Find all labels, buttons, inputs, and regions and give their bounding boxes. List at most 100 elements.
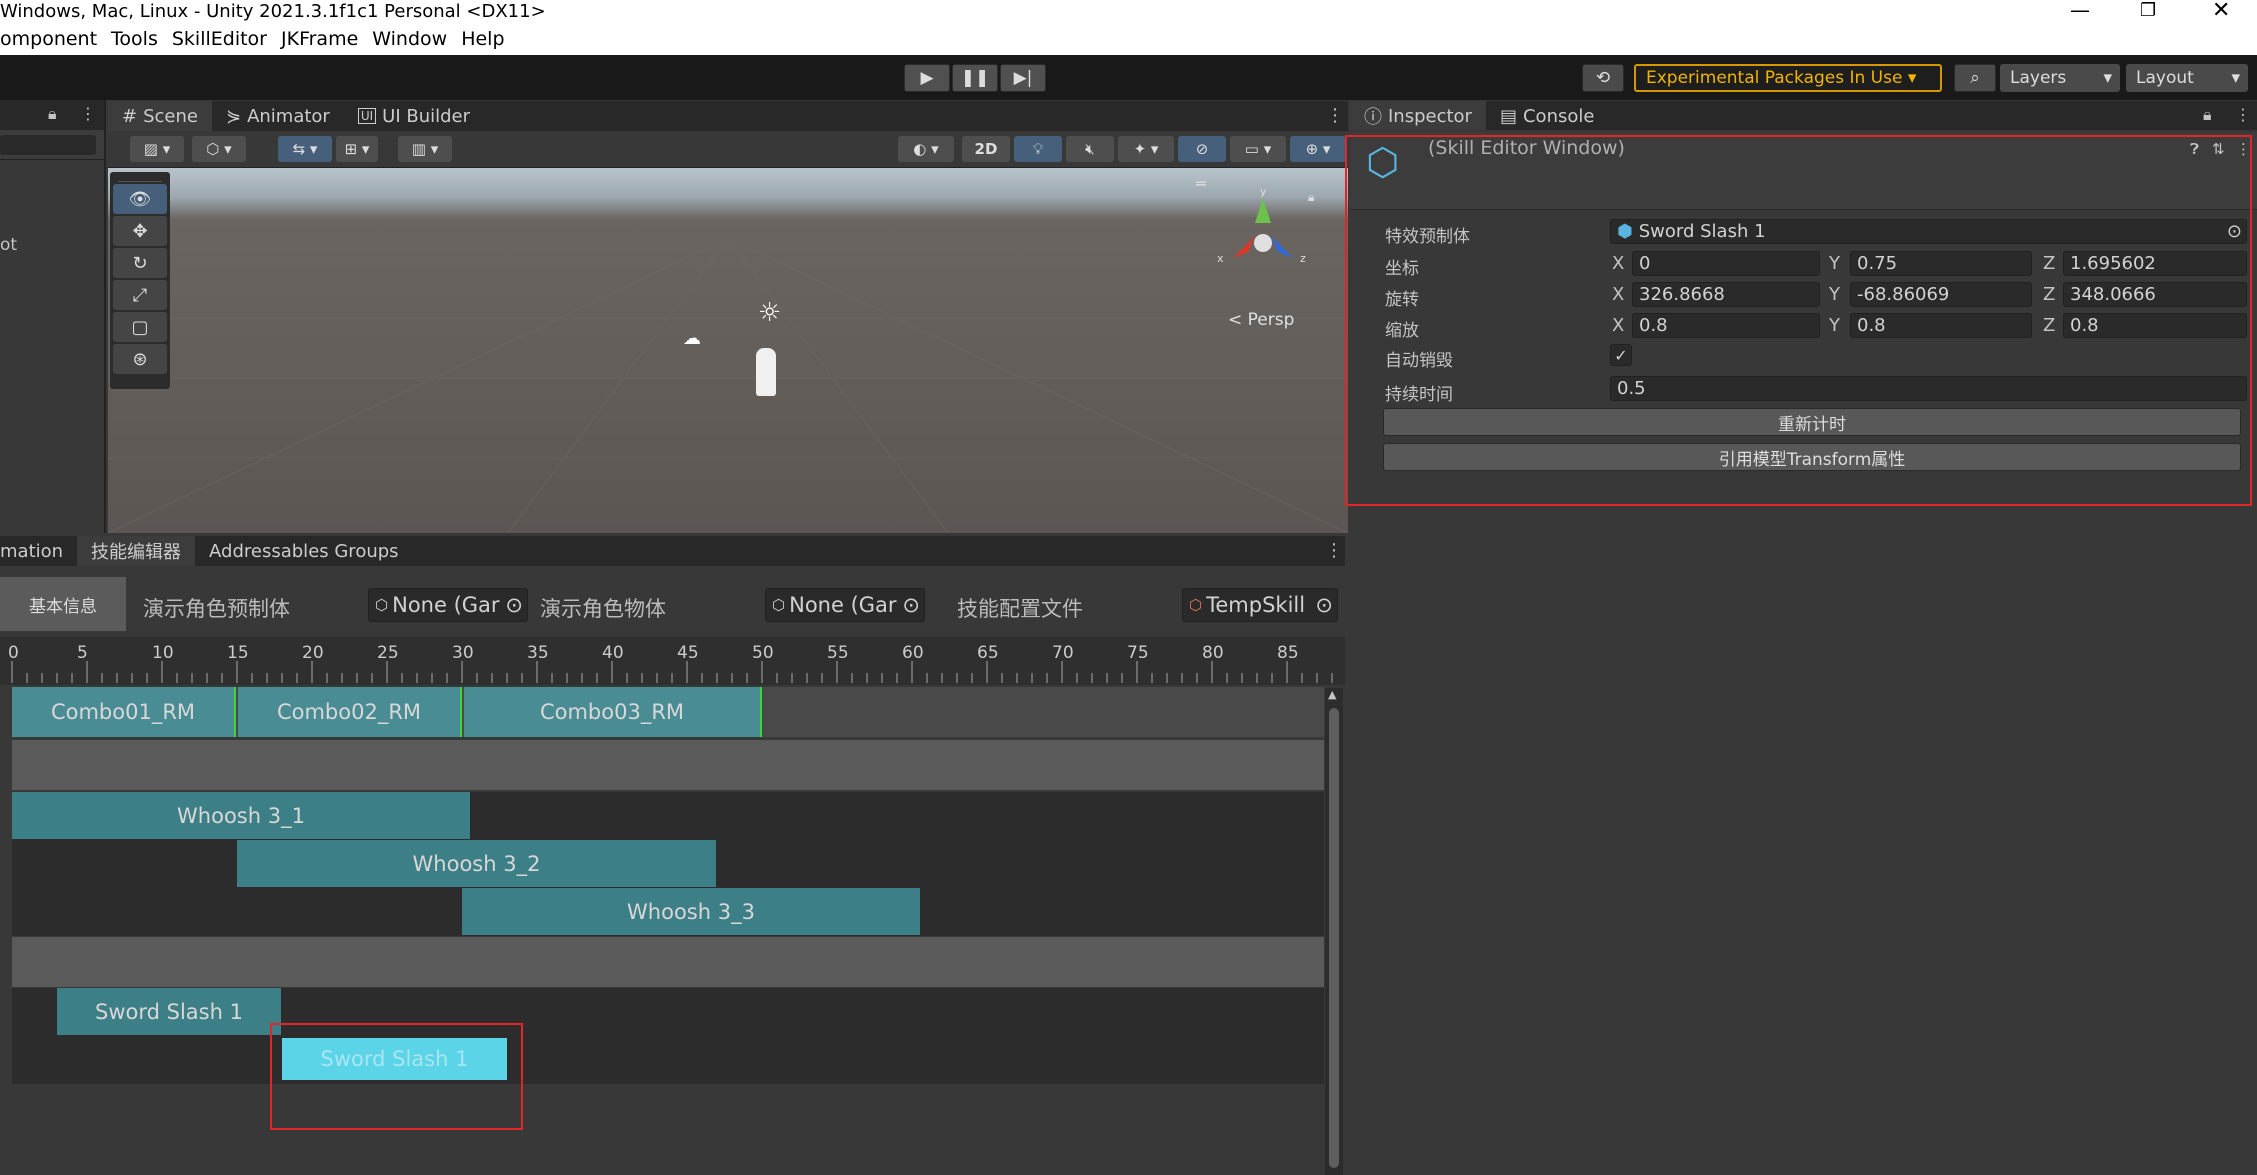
- tab-console[interactable]: ▤ Console: [1486, 101, 1608, 131]
- target-icon[interactable]: ⊙: [1315, 593, 1333, 617]
- close-icon[interactable]: ✕: [2212, 0, 2230, 23]
- clip-combo01[interactable]: Combo01_RM: [12, 687, 236, 737]
- more-icon[interactable]: ⋮: [1326, 105, 1344, 126]
- tab-console-label: Console: [1522, 105, 1595, 127]
- ruler-tick-label: 50: [752, 643, 774, 663]
- experimental-label: Experimental Packages In Use ▾: [1646, 68, 1917, 88]
- menu-window[interactable]: Window: [372, 28, 447, 50]
- track-effect-2: Sword Slash 1: [12, 1036, 1324, 1084]
- track-separator: [12, 937, 1324, 987]
- hierarchy-search-input[interactable]: [0, 135, 96, 155]
- menu-help[interactable]: Help: [461, 28, 504, 50]
- hierarchy-item[interactable]: ot: [0, 235, 17, 255]
- sun-icon[interactable]: ☼: [758, 298, 781, 328]
- scene-toolbar: ▨ ▾ ⬡ ▾ ⇆ ▾ ⊞ ▾ ▥ ▾ ◐ ▾ 2D 💡︎ 🔇︎ ✦ ▾ ⊘ ▭…: [108, 131, 1348, 168]
- config-file-field[interactable]: ⬡ TempSkill ⊙: [1182, 588, 1338, 622]
- layout-dropdown[interactable]: Layout ▾: [2126, 64, 2248, 92]
- tab-ui-builder[interactable]: UI UI Builder: [344, 101, 484, 131]
- move-tool-icon[interactable]: ✥: [113, 216, 167, 246]
- tab-animation[interactable]: mation: [0, 536, 77, 566]
- chevron-down-icon: ▾: [2231, 68, 2240, 88]
- toggle-2d-button[interactable]: 2D: [962, 136, 1010, 162]
- rect-tool-icon[interactable]: ▢: [113, 312, 167, 342]
- layout-label: Layout: [2136, 68, 2194, 88]
- history-icon[interactable]: ⟲: [1582, 64, 1624, 92]
- menu-lines-icon[interactable]: ═: [1196, 174, 1206, 193]
- demo-prefab-field[interactable]: ⬡ None (Gar ⊙: [368, 588, 528, 622]
- track-audio-2: Whoosh 3_2: [12, 840, 1324, 888]
- ruler-tick-label: 70: [1052, 643, 1074, 663]
- menu-jkframe[interactable]: JKFrame: [281, 28, 358, 50]
- clip-combo03[interactable]: Combo03_RM: [464, 687, 762, 737]
- timeline-ruler[interactable]: 0 5 10 15 20 25 30 35 40 45 50 55 60 65 70 75 80 85: [0, 637, 1345, 685]
- step-button[interactable]: ▶|: [1000, 64, 1046, 92]
- ruler-tick-label: 65: [977, 643, 999, 663]
- experimental-packages-button[interactable]: Experimental Packages In Use ▾: [1634, 64, 1942, 92]
- menu-component[interactable]: omponent: [0, 28, 97, 50]
- ruler-tick-label: 35: [527, 643, 549, 663]
- more-icon[interactable]: ⋮: [2235, 105, 2251, 124]
- tab-inspector[interactable]: ⓘ Inspector: [1350, 101, 1486, 131]
- tab-addressables[interactable]: Addressables Groups: [195, 536, 413, 566]
- target-icon[interactable]: ⊙: [902, 593, 920, 617]
- ruler-tick-label: 60: [902, 643, 924, 663]
- menu-skilleditor[interactable]: SkillEditor: [172, 28, 267, 50]
- info-icon: ⓘ: [1364, 107, 1382, 128]
- demo-object-value: None (Gar: [789, 593, 897, 617]
- lighting-icon[interactable]: 💡︎: [1014, 136, 1062, 162]
- visibility-icon[interactable]: ⊘: [1178, 136, 1226, 162]
- snap-icon[interactable]: ⊞ ▾: [336, 136, 378, 162]
- target-icon[interactable]: ⊙: [505, 593, 523, 617]
- ruler-tick-label: 40: [602, 643, 624, 663]
- clip-whoosh-2[interactable]: Whoosh 3_2: [237, 840, 716, 887]
- gizmo-cube-icon[interactable]: ⬡ ▾: [192, 136, 246, 162]
- basic-info-button[interactable]: 基本信息: [0, 577, 126, 631]
- rotate-tool-icon[interactable]: ↻: [113, 248, 167, 278]
- pause-button[interactable]: ❚❚: [952, 64, 998, 92]
- orientation-gizmo[interactable]: y x z: [1213, 185, 1313, 288]
- draw-mode-icon[interactable]: ▨ ▾: [130, 136, 184, 162]
- lock-icon[interactable]: 🔒︎: [2203, 105, 2212, 125]
- audio-icon[interactable]: 🔇︎: [1066, 136, 1114, 162]
- demo-object-label: 演示角色物体: [540, 597, 666, 621]
- timeline-scrollbar[interactable]: ▲: [1325, 688, 1343, 1175]
- menu-tools[interactable]: Tools: [111, 28, 158, 50]
- shading-icon[interactable]: ◐ ▾: [898, 136, 954, 162]
- grid-snap-icon[interactable]: ▥ ▾: [398, 136, 452, 162]
- tab-scene[interactable]: # Scene: [108, 101, 212, 131]
- search-icon[interactable]: ⌕: [1954, 64, 1996, 92]
- clip-sword-slash-1[interactable]: Sword Slash 1: [57, 988, 281, 1035]
- scene-tabbar: # Scene ⋟ Animator UI UI Builder ⋮: [108, 101, 1348, 131]
- clip-whoosh-3[interactable]: Whoosh 3_3: [462, 888, 920, 935]
- demo-object-field[interactable]: ⬡ None (Gar ⊙: [765, 588, 925, 622]
- scroll-up-icon[interactable]: ▲: [1328, 688, 1336, 701]
- lock-icon[interactable]: 🔒︎: [1308, 190, 1314, 205]
- scene-viewport[interactable]: ☼ ☁ y x z < Persp 🔒︎ ═: [108, 168, 1348, 533]
- cloud-icon[interactable]: ☁: [683, 328, 701, 349]
- view-tool-icon[interactable]: 👁︎: [113, 184, 167, 214]
- gizmos-icon[interactable]: ⊕ ▾: [1290, 136, 1346, 162]
- tab-animator[interactable]: ⋟ Animator: [212, 101, 344, 131]
- effects-icon[interactable]: ✦ ▾: [1118, 136, 1174, 162]
- pivot-icon[interactable]: ⇆ ▾: [278, 136, 332, 162]
- tab-inspector-label: Inspector: [1388, 105, 1472, 127]
- persp-label[interactable]: < Persp: [1228, 310, 1294, 330]
- layers-dropdown[interactable]: Layers ▾: [2000, 64, 2120, 92]
- camera-icon[interactable]: ▭ ▾: [1230, 136, 1286, 162]
- transform-tool-icon[interactable]: ⊛: [113, 344, 167, 374]
- clip-whoosh-1[interactable]: Whoosh 3_1: [12, 792, 470, 839]
- more-icon[interactable]: ⋮: [1325, 540, 1343, 561]
- more-icon[interactable]: ⋮: [80, 104, 96, 123]
- character-model[interactable]: [756, 348, 776, 396]
- track-effect-1: Sword Slash 1: [12, 988, 1324, 1036]
- minimize-icon[interactable]: —: [2070, 0, 2090, 22]
- clip-combo02[interactable]: Combo02_RM: [238, 687, 462, 737]
- restore-icon[interactable]: ❐: [2140, 0, 2156, 21]
- play-button[interactable]: ▶: [904, 64, 950, 92]
- tools-handle[interactable]: [118, 174, 162, 182]
- tab-skill-editor[interactable]: 技能编辑器: [77, 536, 196, 566]
- scroll-thumb[interactable]: [1329, 708, 1339, 1168]
- script-icon: ⬡: [1189, 596, 1203, 614]
- scale-tool-icon[interactable]: ⤢: [113, 280, 167, 310]
- lock-icon[interactable]: 🔒︎: [48, 104, 57, 124]
